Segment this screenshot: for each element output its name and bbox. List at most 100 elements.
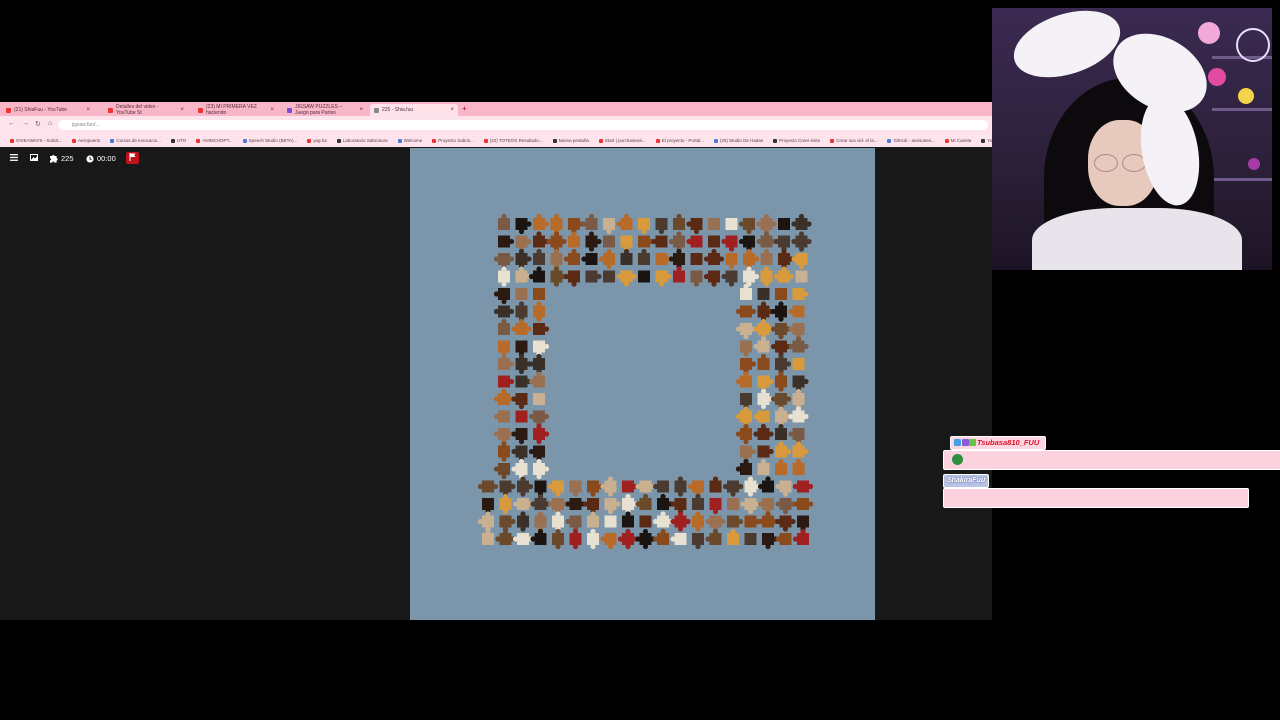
close-icon[interactable]: × [450, 107, 454, 113]
puzzle-piece[interactable] [563, 248, 580, 265]
puzzle-piece[interactable] [638, 248, 650, 265]
puzzle-piece[interactable] [792, 388, 805, 410]
close-icon[interactable]: × [359, 107, 363, 113]
puzzle-piece[interactable] [735, 371, 752, 388]
puzzle-piece[interactable] [775, 515, 796, 532]
bookmark-item[interactable]: UTO [170, 138, 186, 143]
puzzle-piece[interactable] [616, 213, 633, 230]
puzzle-piece[interactable] [528, 445, 545, 462]
puzzle-piece[interactable] [788, 336, 809, 353]
puzzle-piece[interactable] [498, 266, 510, 287]
new-tab-button[interactable]: + [462, 104, 467, 113]
puzzle-piece[interactable] [792, 375, 809, 392]
puzzle-piece[interactable] [725, 218, 738, 230]
bookmark-item[interactable]: yag.ha [307, 138, 327, 143]
close-icon[interactable]: × [270, 107, 274, 113]
puzzle-piece[interactable] [727, 498, 739, 510]
puzzle-piece[interactable] [740, 445, 757, 462]
puzzle-piece[interactable] [587, 480, 604, 497]
puzzle-piece[interactable] [568, 231, 580, 248]
flag-button[interactable] [126, 152, 139, 164]
puzzle-piece[interactable] [499, 480, 516, 497]
puzzle-piece[interactable] [493, 288, 510, 305]
puzzle-piece[interactable] [600, 533, 617, 550]
puzzle-piece[interactable] [692, 511, 704, 532]
puzzle-piece[interactable] [635, 493, 652, 510]
puzzle-piece[interactable] [792, 480, 814, 493]
puzzle-piece[interactable] [770, 323, 792, 340]
puzzle-piece[interactable] [762, 533, 779, 550]
puzzle-piece[interactable] [533, 393, 545, 405]
puzzle-piece[interactable] [740, 340, 752, 357]
puzzle-piece[interactable] [727, 515, 744, 528]
puzzle-piece[interactable] [603, 270, 615, 283]
puzzle-piece[interactable] [585, 231, 602, 252]
puzzle-piece[interactable] [511, 428, 528, 445]
puzzle-piece[interactable] [547, 480, 564, 497]
puzzle-piece[interactable] [515, 266, 532, 283]
puzzle-piece[interactable] [617, 528, 639, 550]
puzzle-piece[interactable] [709, 476, 722, 493]
puzzle-piece[interactable] [775, 498, 796, 515]
puzzle-piece[interactable] [721, 270, 738, 287]
puzzle-piece[interactable] [604, 498, 621, 515]
puzzle-piece[interactable] [512, 498, 534, 510]
puzzle-piece[interactable] [533, 213, 550, 230]
puzzle-piece[interactable] [655, 218, 668, 235]
puzzle-piece[interactable] [533, 301, 545, 322]
puzzle-piece[interactable] [533, 323, 550, 335]
puzzle-piece[interactable] [530, 493, 551, 510]
puzzle-piece[interactable] [757, 353, 770, 370]
puzzle-piece[interactable] [727, 528, 739, 545]
puzzle-piece[interactable] [792, 498, 814, 510]
puzzle-piece[interactable] [722, 480, 744, 497]
puzzle-piece[interactable] [598, 248, 615, 270]
puzzle-board[interactable] [410, 148, 875, 620]
puzzle-piece[interactable] [740, 498, 761, 515]
puzzle-piece[interactable] [639, 515, 652, 528]
puzzle-piece[interactable] [515, 288, 528, 300]
puzzle-piece[interactable] [511, 458, 528, 480]
puzzle-piece[interactable] [493, 305, 515, 318]
puzzle-piece[interactable] [743, 248, 760, 270]
puzzle-piece[interactable] [792, 458, 805, 475]
puzzle-piece[interactable] [756, 231, 777, 248]
puzzle-piece[interactable] [775, 533, 792, 545]
tab-video-details[interactable]: Detalles del video - YouTube St × [104, 104, 188, 116]
puzzle-piece[interactable] [775, 441, 792, 458]
puzzle-piece[interactable] [477, 480, 499, 493]
puzzle-piece[interactable] [604, 515, 617, 528]
puzzle-piece[interactable] [603, 235, 615, 248]
puzzle-piece[interactable] [582, 498, 599, 515]
puzzle-piece[interactable] [533, 248, 545, 265]
puzzle-piece[interactable] [533, 458, 550, 480]
puzzle-piece[interactable] [735, 305, 757, 318]
puzzle-piece[interactable] [792, 441, 809, 458]
puzzle-piece[interactable] [652, 511, 674, 528]
puzzle-piece[interactable] [498, 441, 510, 462]
close-icon[interactable]: × [86, 107, 90, 113]
puzzle-piece[interactable] [692, 493, 704, 510]
puzzle-piece[interactable] [792, 288, 809, 300]
puzzle-piece[interactable] [756, 213, 777, 235]
puzzle-piece[interactable] [760, 248, 773, 265]
puzzle-piece[interactable] [517, 511, 529, 532]
bookmark-item[interactable]: Cursos de Invocacio... [110, 138, 161, 143]
puzzle-piece[interactable] [770, 301, 787, 322]
puzzle-piece[interactable] [635, 528, 656, 550]
close-icon[interactable]: × [180, 107, 184, 113]
puzzle-piece[interactable] [546, 231, 567, 252]
puzzle-piece[interactable] [498, 375, 515, 388]
puzzle-piece[interactable] [735, 423, 752, 445]
puzzle-piece[interactable] [775, 423, 787, 440]
puzzle-piece[interactable] [757, 476, 774, 493]
puzzle-piece[interactable] [550, 213, 563, 235]
bookmark-item[interactable]: Mi Cuenta [944, 138, 971, 143]
puzzle-piece[interactable] [757, 458, 770, 475]
bookmark-item[interactable]: Laboratorio Sabrosura [336, 138, 388, 143]
puzzle-piece[interactable] [757, 445, 774, 458]
puzzle-piece[interactable] [708, 218, 720, 230]
puzzle-piece[interactable] [740, 283, 752, 300]
puzzle-piece[interactable] [569, 528, 582, 550]
puzzle-piece[interactable] [705, 528, 722, 545]
